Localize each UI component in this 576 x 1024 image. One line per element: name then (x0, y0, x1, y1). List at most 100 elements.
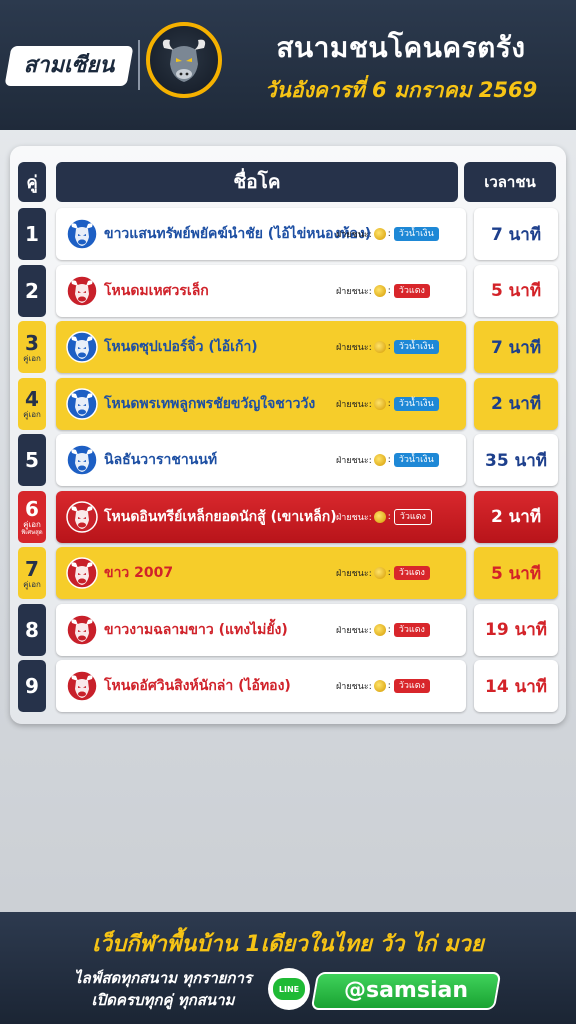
bull-logo-icon (146, 22, 222, 98)
winner-label: ฝ่ายชนะ: (336, 230, 372, 240)
header: สามเซียน สนามชนโคนครตรัง วันอังคารที่ 6 … (0, 0, 576, 130)
header-name: ชื่อโค (56, 162, 458, 202)
pair-number: 6 คู่เอก พิเศษสุด (18, 490, 46, 543)
winner-side-badge: วัวแดง (393, 622, 430, 637)
bull-emblem-icon (66, 500, 98, 533)
line-icon[interactable]: LINE (268, 968, 310, 1010)
bull-name-cell: โหนดพรเทพลูกพรชัยขวัญใจชาววัง ฝ่ายชนะ:: วั… (56, 377, 466, 430)
bull-emblem-icon (66, 670, 98, 702)
bull-name-cell: ขาว 2007 ฝ่ายชนะ:: วัวแดง (56, 547, 466, 599)
winner-side-badge: วัวน้ำเงิน (393, 340, 439, 354)
bull-name: โหนดอัศวินสิงห์นักล่า (ไอ้ทอง) (104, 678, 291, 694)
winner-info: ฝ่ายชนะ:: วัวน้ำเงิน (336, 226, 439, 242)
line-id-button[interactable]: @samsian (310, 972, 502, 1010)
colon: : (387, 455, 391, 465)
winner-label: ฝ่ายชนะ: (336, 399, 372, 410)
brand-logo: สามเซียน (4, 46, 134, 86)
fight-time: 14 นาที (474, 660, 558, 712)
bull-name: โหนดซุปเปอร์จิ๋ว (ไอ้เก้า) (104, 339, 258, 355)
winner-label: ฝ่ายชนะ: (336, 682, 372, 692)
colon: : (387, 624, 391, 635)
colon: : (387, 229, 391, 239)
bull-emblem-icon (66, 557, 98, 589)
fight-time: 7 นาที (474, 208, 558, 260)
bull-name-cell: โหนดซุปเปอร์จิ๋ว (ไอ้เก้า) ฝ่ายชนะ:: วัวน้… (56, 321, 466, 373)
bull-name: โหนดพรเทพลูกพรชัยขวัญใจชาววัง (104, 395, 316, 412)
winner-side-badge: วัวน้ำเงิน (393, 227, 439, 241)
fight-time: 5 นาที (474, 264, 558, 317)
pair-number-text: 3 (25, 330, 39, 355)
bull-name: นิลธันวาราชานนท์ (104, 452, 218, 468)
winner-side-badge: วัวแดง (393, 566, 430, 580)
pair-number: 7 คู่เอก (18, 547, 46, 599)
table-row: 7 คู่เอก ขาว 2007 ฝ่ายชนะ:: วัวแดง 5 นาที (18, 547, 558, 599)
bull-emblem-icon (66, 613, 98, 646)
colon: : (387, 285, 391, 296)
line-label: LINE (273, 978, 305, 1000)
pair-number: 9 (18, 660, 46, 712)
fixture-table: คู่ ชื่อโค เวลาชน 1 ขาวแสนทรัพย์พยัคฆ์นำช… (10, 146, 566, 724)
pair-number-text: 4 (25, 387, 39, 411)
table-row: 6 คู่เอก พิเศษสุด โหนดอินทรีย์เหล็กยอดนักสู… (18, 490, 558, 543)
header-time: เวลาชน (464, 162, 556, 202)
coin-icon (373, 567, 386, 579)
pair-number-text: 5 (25, 448, 39, 472)
pair-number: 5 (18, 434, 46, 486)
table-row: 9 โหนดอัศวินสิงห์นักล่า (ไอ้ทอง) ฝ่ายชนะ::… (18, 660, 558, 712)
header-divider (138, 40, 140, 90)
pair-number-text: 7 (25, 556, 39, 581)
winner-label: ฝ่ายชนะ: (336, 286, 372, 297)
bull-name-cell: ขาวงามฉลามขาว (แทงไม่ยั้ง) ฝ่ายชนะ:: วัวแด… (56, 603, 466, 656)
winner-info: ฝ่ายชนะ:: วัวน้ำเงิน (336, 396, 439, 412)
table-row: 8 ขาวงามฉลามขาว (แทงไม่ยั้ง) ฝ่ายชนะ:: วัวแ… (18, 603, 558, 656)
bull-name: ขาวงามฉลามขาว (แทงไม่ยั้ง) (104, 621, 288, 638)
winner-info: ฝ่ายชนะ:: วัวแดง (336, 622, 430, 638)
bull-name: โหนดมเหศวรเล็ก (104, 282, 209, 299)
winner-info: ฝ่ายชนะ:: วัวแดง (336, 678, 430, 694)
winner-label: ฝ่ายชนะ: (336, 569, 372, 579)
bull-name-cell: ขาวแสนทรัพย์พยัคฆ์นำชัย (ไอ้ไข่หนองห้อง)… (56, 208, 466, 260)
pair-number: 2 (18, 264, 46, 317)
pair-number-text: 9 (25, 674, 39, 698)
colon: : (387, 681, 391, 691)
winner-info: ฝ่ายชนะ:: วัวแดง (336, 508, 432, 525)
brand-text: สามเซียน (23, 53, 115, 78)
winner-side-badge: วัวแดง (393, 283, 430, 298)
bull-emblem-icon (66, 331, 98, 363)
winner-info: ฝ่ายชนะ:: วัวแดง (336, 283, 430, 299)
header-pair: คู่ (18, 162, 46, 202)
coin-icon (373, 284, 386, 297)
colon: : (387, 568, 391, 578)
bull-emblem-icon (66, 218, 98, 250)
winner-info: ฝ่ายชนะ:: วัวแดง (336, 565, 430, 581)
winner-side-badge: วัวน้ำเงิน (393, 396, 439, 411)
table-row: 2 โหนดมเหศวรเล็ก ฝ่ายชนะ:: วัวแดง 5 นาที (18, 264, 558, 317)
bull-name-cell: โหนดมเหศวรเล็ก ฝ่ายชนะ:: วัวแดง (56, 264, 466, 317)
footer-banner: เว็บกีฬาพื้นบ้าน 1เดียวในไทย วัว ไก่ มวย… (0, 912, 576, 1024)
table-row: 3 คู่เอก โหนดซุปเปอร์จิ๋ว (ไอ้เก้า) ฝ่ายชนะ… (18, 321, 558, 373)
bull-name: โหนดอินทรีย์เหล็กยอดนักสู้ (เขาเหล็ก) (104, 508, 337, 525)
main-event-tag: คู่เอก (23, 353, 41, 363)
coin-icon (373, 341, 386, 353)
main-event-tag: คู่เอก (23, 579, 41, 589)
colon: : (387, 342, 391, 352)
line-id-text: @samsian (343, 978, 468, 1003)
pair-number: 4 คู่เอก (18, 377, 46, 430)
coin-icon (373, 454, 386, 466)
bull-emblem-icon (66, 274, 98, 307)
pair-number: 1 (18, 208, 46, 260)
main-event-tag: คู่เอก (23, 410, 41, 419)
coin-icon (373, 510, 386, 523)
winner-side-badge: วัวแดง (393, 679, 430, 693)
bull-name-cell: โหนดอินทรีย์เหล็กยอดนักสู้ (เขาเหล็ก) ฝ่า… (56, 490, 466, 543)
winner-info: ฝ่ายชนะ:: วัวน้ำเงิน (336, 452, 439, 468)
pair-number-text: 1 (25, 222, 39, 246)
winner-info: ฝ่ายชนะ:: วัวน้ำเงิน (336, 339, 439, 355)
main-event-tag: คู่เอก (23, 519, 41, 529)
winner-label: ฝ่ายชนะ: (336, 625, 372, 636)
coin-icon (373, 228, 386, 240)
winner-label: ฝ่ายชนะ: (336, 456, 372, 466)
winner-label: ฝ่ายชนะ: (336, 512, 372, 523)
event-date: วันอังคารที่ 6 มกราคม 2569 (264, 78, 538, 102)
colon: : (387, 398, 391, 409)
